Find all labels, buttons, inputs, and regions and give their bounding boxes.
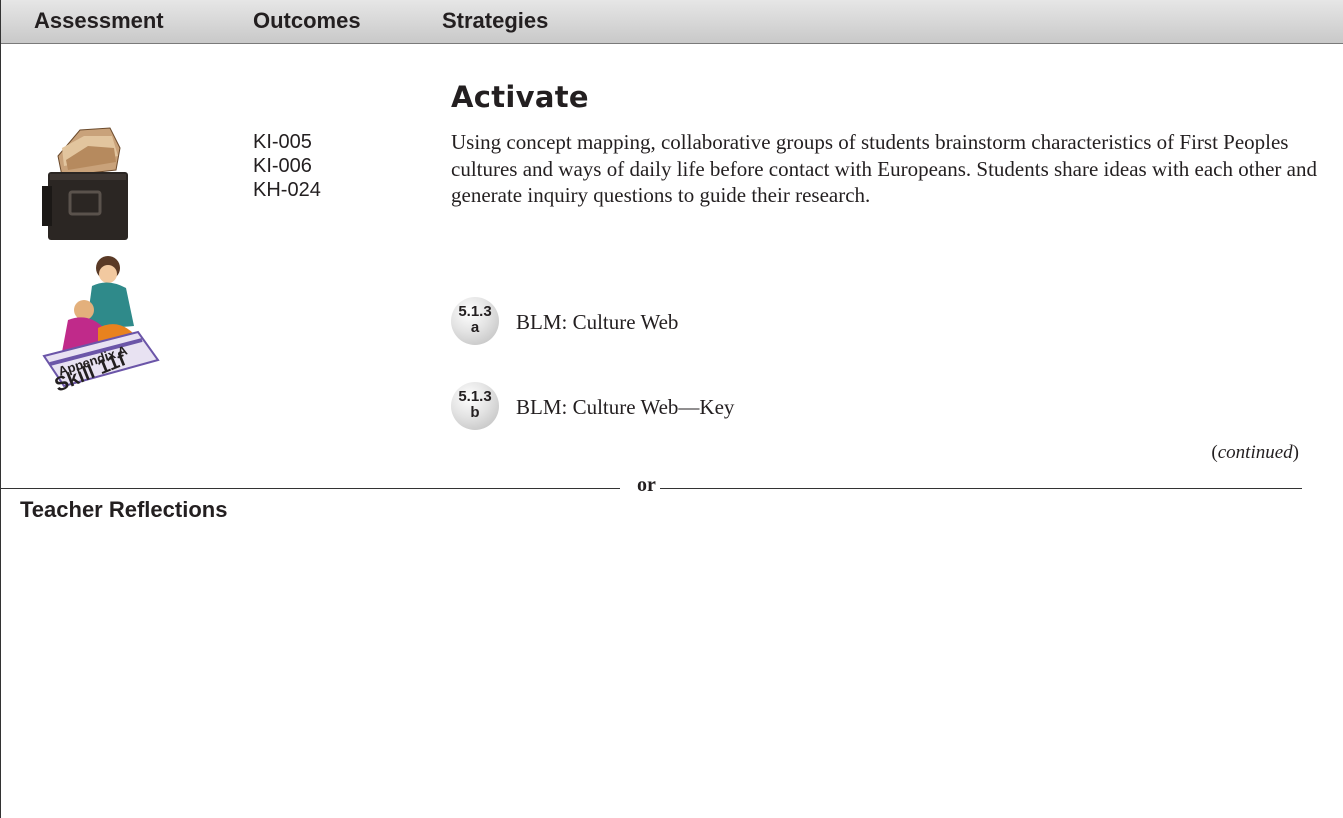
blm-badge-icon: 5.1.3 a [451, 297, 499, 345]
left-border-rule [0, 0, 1, 818]
column-header-bar: Assessment Outcomes Strategies [0, 0, 1343, 44]
divider-right [660, 488, 1302, 489]
teacher-student-appendix-icon: Appendix A Skill 11f [38, 248, 178, 403]
strategy-paragraph: Using concept mapping, collaborative gro… [451, 130, 1317, 207]
header-assessment: Assessment [34, 8, 164, 33]
section-title: Activate [451, 80, 589, 114]
blm-label[interactable]: BLM: Culture Web [516, 310, 678, 335]
outcomes-list: KI-005 KI-006 KH-024 [253, 130, 321, 202]
header-strategies: Strategies [442, 8, 549, 33]
divider-label: or [637, 474, 656, 496]
teacher-reflections-heading: Teacher Reflections [20, 497, 228, 522]
outcome-code: KI-005 [253, 131, 312, 153]
blm-label[interactable]: BLM: Culture Web—Key [516, 395, 734, 420]
outcome-code: KI-006 [253, 155, 312, 177]
blm-badge-icon: 5.1.3 b [451, 382, 499, 430]
outcome-code: KH-024 [253, 179, 321, 201]
portfolio-icon [40, 126, 132, 249]
header-outcomes: Outcomes [253, 8, 361, 33]
divider-left [0, 488, 620, 489]
continued-note: (continued) [1211, 442, 1299, 463]
